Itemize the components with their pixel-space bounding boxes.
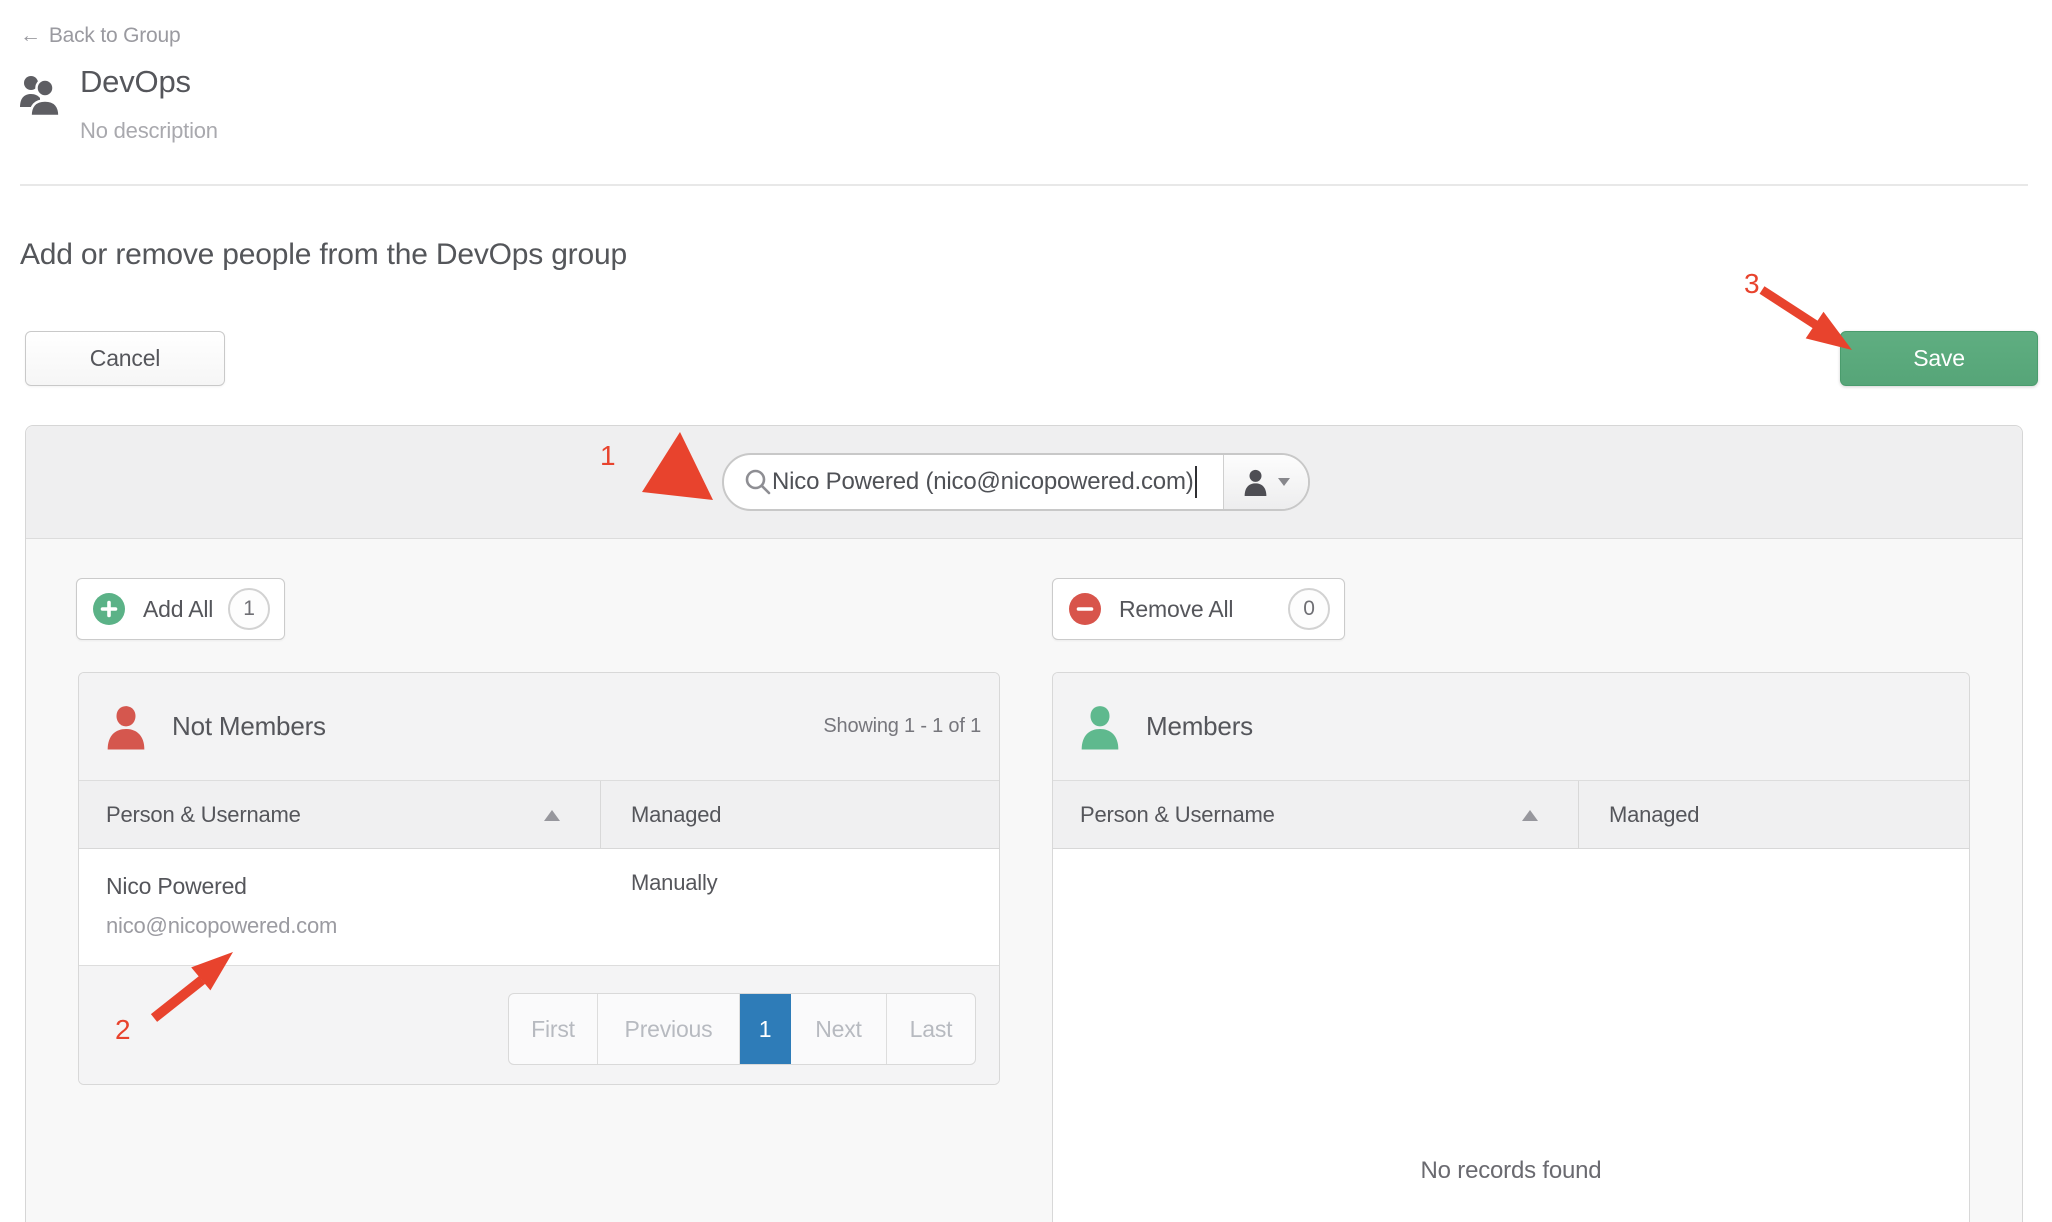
managed-cell: Manually (631, 870, 718, 895)
pagination: First Previous 1 Next Last (508, 993, 976, 1065)
sort-ascending-icon (1522, 809, 1538, 821)
back-to-group-link[interactable]: ← Back to Group (20, 24, 181, 48)
annotation-step-3: 3 (1744, 268, 1760, 299)
member-person-icon (1081, 705, 1119, 749)
search-icon (745, 469, 771, 495)
remove-all-button[interactable]: Remove All 0 (1052, 578, 1345, 640)
search-input[interactable]: Nico Powered (nico@nicopowered.com) (772, 455, 1223, 509)
back-arrow-icon: ← (20, 24, 41, 47)
column-label: Person & Username (106, 801, 301, 827)
group-description: No description (80, 118, 218, 143)
not-members-title: Not Members (172, 711, 326, 741)
column-header-person-username[interactable]: Person & Username (79, 781, 601, 848)
add-all-label: Add All (143, 595, 214, 622)
cancel-button-label: Cancel (89, 345, 161, 371)
group-membership-page: ← Back to Group DevOps No description Add… (0, 0, 2052, 1222)
search-type-dropdown[interactable] (1223, 455, 1308, 509)
pagination-last-button[interactable]: Last (887, 994, 975, 1064)
column-header-managed[interactable]: Managed (601, 781, 999, 848)
pagination-previous-button[interactable]: Previous (598, 994, 740, 1064)
column-label: Managed (631, 801, 722, 827)
person-cell: Nico Powered nico@nicopowered.com (79, 849, 601, 965)
remove-minus-icon (1069, 593, 1101, 625)
members-table-header: Person & Username Managed (1053, 781, 1969, 849)
cancel-button[interactable]: Cancel (25, 331, 225, 386)
group-people-icon (20, 76, 61, 118)
search-icon-zone (724, 455, 772, 509)
members-title: Members (1146, 711, 1253, 741)
pagination-current-page[interactable]: 1 (740, 994, 791, 1064)
not-members-panel: Not Members Showing 1 - 1 of 1 Person & … (78, 672, 1000, 1085)
column-header-managed[interactable]: Managed (1579, 781, 1969, 848)
no-records-message: No records found (1420, 1157, 1602, 1184)
page-heading: Add or remove people from the DevOps gro… (20, 238, 627, 271)
pagination-first-button[interactable]: First (509, 994, 598, 1064)
annotation-step-1: 1 (600, 440, 616, 471)
column-label: Managed (1609, 801, 1700, 827)
add-all-button[interactable]: Add All 1 (76, 578, 285, 640)
members-panel: Members Person & Username Managed No rec… (1052, 672, 1970, 1222)
members-header: Members (1053, 673, 1969, 781)
back-link-label: Back to Group (48, 24, 181, 47)
pagination-next-button[interactable]: Next (791, 994, 887, 1064)
remove-all-count-badge: 0 (1288, 588, 1330, 630)
not-members-footer: First Previous 1 Next Last (79, 965, 999, 1084)
not-members-table-header: Person & Username Managed (79, 781, 999, 849)
people-search-box: Nico Powered (nico@nicopowered.com) (722, 453, 1310, 511)
table-row[interactable]: Nico Powered nico@nicopowered.com Manual… (79, 849, 999, 965)
remove-all-label: Remove All (1119, 595, 1234, 622)
search-input-value: Nico Powered (nico@nicopowered.com) (772, 468, 1194, 495)
not-members-header: Not Members Showing 1 - 1 of 1 (79, 673, 999, 781)
not-members-showing-count: Showing 1 - 1 of 1 (823, 715, 981, 737)
annotation-step-2: 2 (115, 1014, 131, 1045)
chevron-down-icon (1278, 478, 1290, 486)
column-header-person-username[interactable]: Person & Username (1053, 781, 1579, 848)
group-name-title: DevOps (80, 64, 191, 99)
column-label: Person & Username (1080, 801, 1275, 827)
person-username: nico@nicopowered.com (106, 913, 338, 938)
save-button[interactable]: Save (1840, 331, 2038, 386)
not-member-person-icon (107, 705, 145, 749)
save-button-label: Save (1913, 345, 1965, 371)
sort-ascending-icon (544, 809, 560, 821)
person-filter-icon (1244, 469, 1267, 496)
add-all-count-badge: 1 (228, 588, 270, 630)
text-cursor (1194, 466, 1197, 498)
header-divider (20, 184, 2028, 186)
add-plus-icon (93, 593, 125, 625)
person-name: Nico Powered (106, 873, 247, 899)
